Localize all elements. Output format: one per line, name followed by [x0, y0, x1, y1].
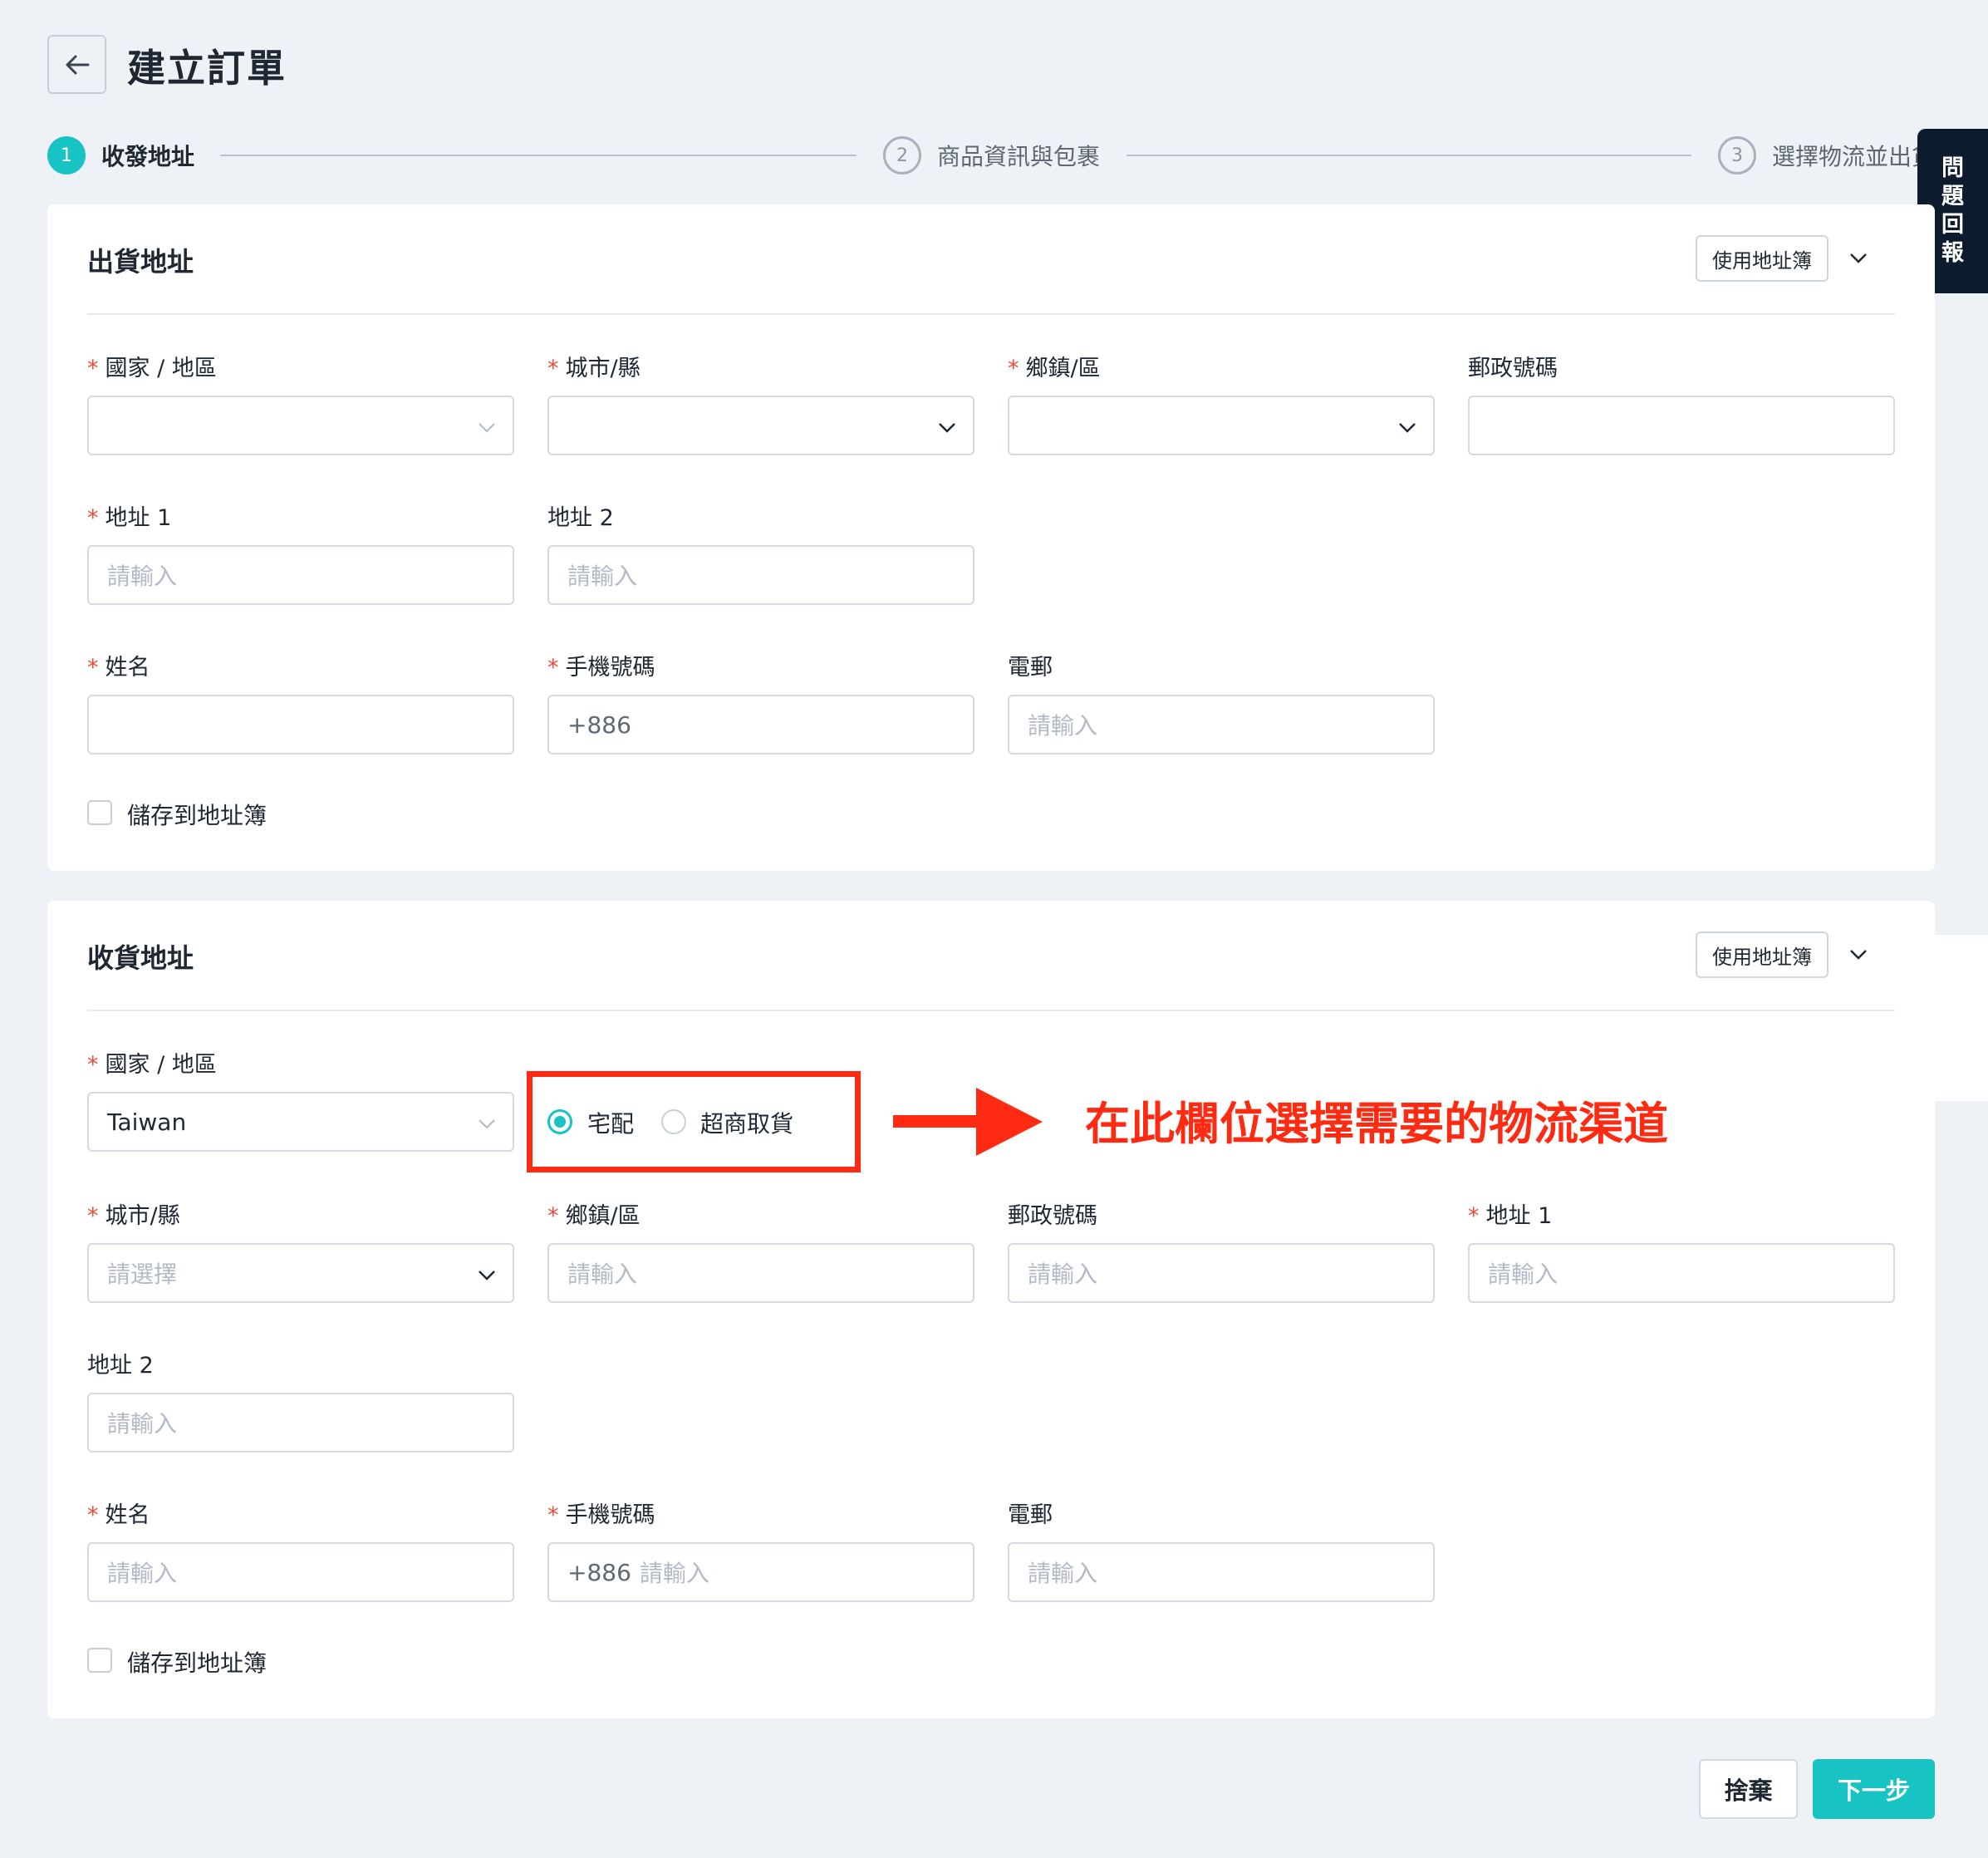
discard-button[interactable]: 捨棄: [1699, 1759, 1798, 1819]
receiver-save-label: 儲存到地址簿: [127, 1649, 268, 1677]
section-divider: [87, 313, 1895, 315]
sender-name-label: * 姓名: [87, 655, 150, 681]
step-connector: [220, 155, 857, 156]
side-panel-edge: [1916, 935, 1988, 1101]
receiver-name-label: * 姓名: [87, 1502, 150, 1528]
sender-email-input[interactable]: 請輸入: [1008, 695, 1435, 755]
next-step-button[interactable]: 下一步: [1813, 1759, 1935, 1819]
receiver-city-label: * 城市/縣: [87, 1203, 180, 1229]
sender-city-label: * 城市/縣: [547, 356, 641, 381]
step-connector: [1127, 155, 1691, 156]
back-button[interactable]: [47, 35, 106, 94]
chevron-down-icon: [479, 1119, 495, 1129]
sender-addressbook-button[interactable]: 使用地址簿: [1696, 235, 1828, 282]
sender-save-label: 儲存到地址簿: [127, 802, 268, 829]
receiver-phone-input[interactable]: +886 請輸入: [547, 1542, 974, 1602]
step-1-indicator: 1: [47, 136, 86, 174]
sender-phone-label: * 手機號碼: [547, 655, 655, 681]
sender-country-label: * 國家 / 地區: [87, 356, 217, 381]
step-2-indicator: 2: [883, 136, 921, 174]
receiver-phone-label: * 手機號碼: [547, 1502, 655, 1528]
receiver-section-title: 收貨地址: [87, 942, 194, 974]
sender-district-select[interactable]: [1008, 396, 1435, 455]
receiver-postal-label: 郵政號碼: [1008, 1203, 1097, 1229]
receiver-email-label: 電郵: [1008, 1502, 1053, 1528]
receiver-city-select[interactable]: 請選擇: [87, 1243, 514, 1303]
section-divider: [87, 1010, 1895, 1011]
sender-city-select[interactable]: [547, 396, 974, 455]
arrow-left-icon: [66, 55, 89, 74]
annotation-arrow-icon: [893, 1088, 1043, 1156]
sender-district-label: * 鄉鎮/區: [1008, 356, 1101, 381]
sender-postal-input[interactable]: [1468, 396, 1895, 455]
feedback-char: 回: [1941, 212, 1964, 238]
receiver-addressbook-button[interactable]: 使用地址簿: [1696, 931, 1828, 978]
receiver-address2-label: 地址 2: [87, 1353, 154, 1379]
receiver-collapse-toggle[interactable]: [1842, 938, 1875, 971]
receiver-postal-input[interactable]: 請輸入: [1008, 1243, 1435, 1303]
chevron-down-icon: [1399, 423, 1416, 433]
receiver-save-checkbox[interactable]: [87, 1648, 112, 1673]
sender-save-checkbox[interactable]: [87, 800, 112, 825]
sender-phone-input[interactable]: +886: [547, 695, 974, 755]
step-3-indicator: 3: [1718, 136, 1756, 174]
receiver-email-input[interactable]: 請輸入: [1008, 1542, 1435, 1602]
receiver-address2-input[interactable]: 請輸入: [87, 1393, 514, 1452]
page-title: 建立訂單: [127, 46, 287, 91]
sender-address1-input[interactable]: 請輸入: [87, 545, 514, 605]
receiver-name-input[interactable]: 請輸入: [87, 1542, 514, 1602]
receiver-district-input[interactable]: 請輸入: [547, 1243, 974, 1303]
chevron-down-icon: [479, 423, 495, 433]
chevron-down-icon: [939, 423, 955, 433]
chevron-down-icon: [479, 1271, 495, 1280]
step-1-label: 收發地址: [101, 143, 195, 170]
sender-section-title: 出貨地址: [87, 246, 194, 278]
sender-address2-input[interactable]: 請輸入: [547, 545, 974, 605]
sender-country-select[interactable]: [87, 396, 514, 455]
chevron-down-icon: [1850, 253, 1867, 263]
chevron-down-icon: [1850, 950, 1867, 960]
receiver-country-select[interactable]: Taiwan: [87, 1092, 514, 1152]
receiver-address1-label: * 地址 1: [1468, 1203, 1553, 1229]
receiver-address1-input[interactable]: 請輸入: [1468, 1243, 1895, 1303]
step-3-label: 選擇物流並出貨: [1772, 143, 1917, 170]
feedback-char: 題: [1941, 184, 1964, 209]
feedback-char: 報: [1941, 240, 1964, 266]
step-2-label: 商品資訊與包裹: [937, 143, 1101, 170]
receiver-country-label: * 國家 / 地區: [87, 1052, 217, 1078]
sender-collapse-toggle[interactable]: [1842, 242, 1875, 275]
sender-address2-label: 地址 2: [547, 505, 614, 531]
annotation-highlight-box: [527, 1071, 861, 1172]
receiver-district-label: * 鄉鎮/區: [547, 1203, 641, 1229]
sender-address-card: [47, 204, 1935, 871]
feedback-char: 問: [1941, 155, 1964, 181]
sender-email-label: 電郵: [1008, 655, 1053, 681]
sender-address1-label: * 地址 1: [87, 505, 172, 531]
sender-name-input[interactable]: [87, 695, 514, 755]
sender-postal-label: 郵政號碼: [1468, 356, 1558, 381]
annotation-text: 在此欄位選擇需要的物流渠道: [1085, 1098, 1668, 1150]
